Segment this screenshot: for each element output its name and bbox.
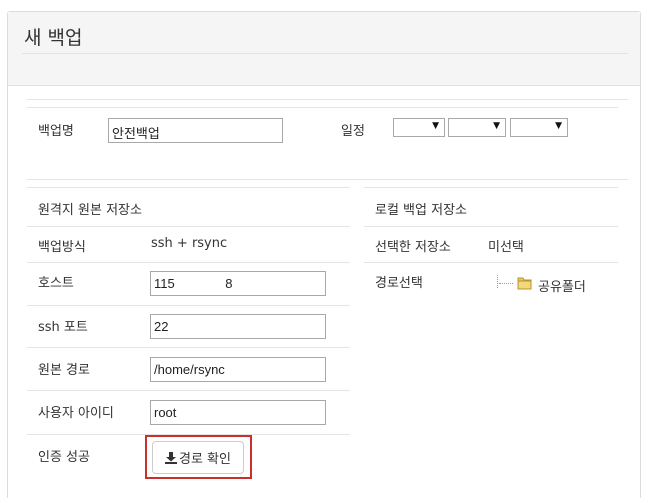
schedule-select-1[interactable]: ▼ bbox=[393, 118, 445, 137]
source-path-input[interactable]: /home/rsync bbox=[150, 357, 326, 382]
panel-header: 새 백업 bbox=[8, 12, 640, 86]
path-select-label: 경로선택 bbox=[375, 276, 423, 291]
schedule-select-3[interactable]: ▼ bbox=[510, 118, 568, 137]
schedule-label: 일정 bbox=[341, 124, 365, 139]
selected-storage-value: 미선택 bbox=[488, 240, 524, 255]
source-path-label: 원본 경로 bbox=[38, 363, 90, 378]
user-id-input[interactable]: root bbox=[150, 400, 326, 425]
remote-section-title: 원격지 원본 저장소 bbox=[38, 203, 142, 218]
divider bbox=[27, 305, 350, 306]
ssh-port-input[interactable]: 22 bbox=[150, 314, 326, 339]
backup-name-input[interactable]: 안전백업 bbox=[108, 118, 283, 143]
caret-down-icon: ▼ bbox=[432, 121, 439, 131]
host-label: 호스트 bbox=[38, 276, 74, 291]
download-icon bbox=[165, 451, 177, 464]
caret-down-icon: ▼ bbox=[493, 121, 500, 131]
user-id-label: 사용자 아이디 bbox=[38, 406, 114, 421]
folder-icon bbox=[517, 277, 532, 290]
divider bbox=[27, 262, 350, 263]
divider bbox=[27, 187, 350, 188]
divider bbox=[27, 107, 618, 108]
divider bbox=[27, 99, 628, 100]
tree-connector bbox=[499, 283, 513, 284]
check-path-button[interactable]: 경로 확인 bbox=[152, 441, 244, 474]
divider bbox=[27, 347, 350, 348]
backup-method-value: ssh + rsync bbox=[151, 236, 228, 251]
divider bbox=[364, 262, 618, 263]
check-path-button-label: 경로 확인 bbox=[179, 452, 231, 467]
selected-storage-label: 선택한 저장소 bbox=[375, 240, 451, 255]
backup-method-label: 백업방식 bbox=[38, 240, 86, 255]
auth-status-label: 인증 성공 bbox=[38, 450, 90, 465]
tree-connector bbox=[497, 275, 498, 288]
divider bbox=[27, 179, 628, 180]
ssh-port-label: ssh 포트 bbox=[38, 320, 88, 335]
divider bbox=[27, 390, 350, 391]
tree-folder-label[interactable]: 공유폴더 bbox=[538, 276, 586, 295]
divider bbox=[27, 226, 350, 227]
host-input[interactable]: 115 8 bbox=[150, 271, 326, 296]
divider bbox=[364, 187, 618, 188]
schedule-select-2[interactable]: ▼ bbox=[448, 118, 506, 137]
header-divider bbox=[22, 53, 628, 54]
caret-down-icon: ▼ bbox=[555, 121, 562, 131]
backup-name-label: 백업명 bbox=[38, 124, 74, 139]
panel-title: 새 백업 bbox=[24, 27, 83, 49]
divider bbox=[364, 226, 618, 227]
local-section-title: 로컬 백업 저장소 bbox=[375, 203, 467, 218]
